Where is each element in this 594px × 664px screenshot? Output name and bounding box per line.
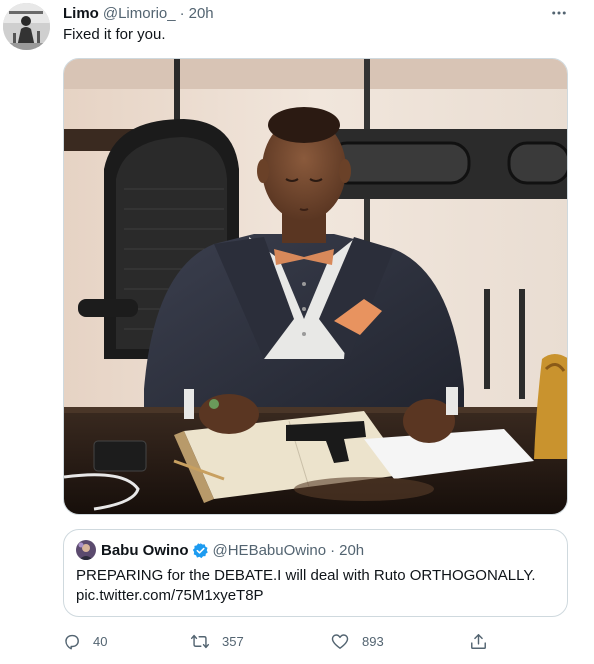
verified-badge-icon bbox=[192, 542, 209, 559]
author-avatar[interactable] bbox=[3, 3, 50, 50]
tweet-actions-bar: 40 357 893 bbox=[52, 628, 552, 654]
tweet-text: Fixed it for you. bbox=[63, 26, 166, 43]
retweet-button[interactable]: 357 bbox=[190, 628, 244, 654]
share-icon bbox=[471, 633, 486, 649]
quoted-tweet-text-line: PREPARING for the DEBATE.I will deal wit… bbox=[76, 567, 536, 584]
quoted-tweet-text: PREPARING for the DEBATE.I will deal wit… bbox=[76, 566, 556, 606]
tweet-photo[interactable] bbox=[63, 58, 568, 515]
more-dots-icon bbox=[552, 11, 566, 15]
heart-icon bbox=[331, 633, 349, 649]
quoted-tweet-link[interactable]: pic.twitter.com/75M1xyeT8P bbox=[76, 586, 556, 606]
tweet: Limo @Limorio_ · 20h Fixed it for you. B… bbox=[0, 0, 594, 664]
reply-count: 40 bbox=[93, 633, 108, 649]
like-count: 893 bbox=[362, 633, 384, 649]
author-name[interactable]: Limo bbox=[63, 4, 99, 24]
quoted-author-handle[interactable]: @HEBabuOwino bbox=[213, 542, 327, 559]
quoted-tweet[interactable]: Babu Owino @HEBabuOwino · 20h PREPARING … bbox=[63, 529, 568, 617]
tweet-timestamp[interactable]: 20h bbox=[189, 4, 214, 24]
author-handle[interactable]: @Limorio_ bbox=[103, 4, 176, 24]
reply-button[interactable]: 40 bbox=[62, 628, 107, 654]
quoted-separator-dot: · bbox=[330, 541, 336, 559]
quoted-tweet-timestamp[interactable]: 20h bbox=[339, 542, 364, 559]
retweet-icon bbox=[190, 634, 210, 648]
photo-image bbox=[64, 59, 567, 514]
tweet-header: Limo @Limorio_ · 20h bbox=[63, 4, 214, 24]
reply-icon bbox=[65, 634, 79, 649]
author-avatar-image bbox=[3, 3, 50, 50]
more-options-button[interactable] bbox=[548, 2, 570, 24]
quoted-author-avatar[interactable] bbox=[76, 540, 96, 560]
like-button[interactable]: 893 bbox=[330, 628, 384, 654]
share-button[interactable] bbox=[469, 628, 488, 654]
quoted-tweet-header: Babu Owino @HEBabuOwino · 20h bbox=[76, 540, 364, 560]
quoted-author-name[interactable]: Babu Owino bbox=[101, 542, 189, 559]
retweet-count: 357 bbox=[222, 633, 244, 649]
separator-dot: · bbox=[179, 5, 185, 22]
quoted-avatar-image bbox=[76, 540, 96, 560]
